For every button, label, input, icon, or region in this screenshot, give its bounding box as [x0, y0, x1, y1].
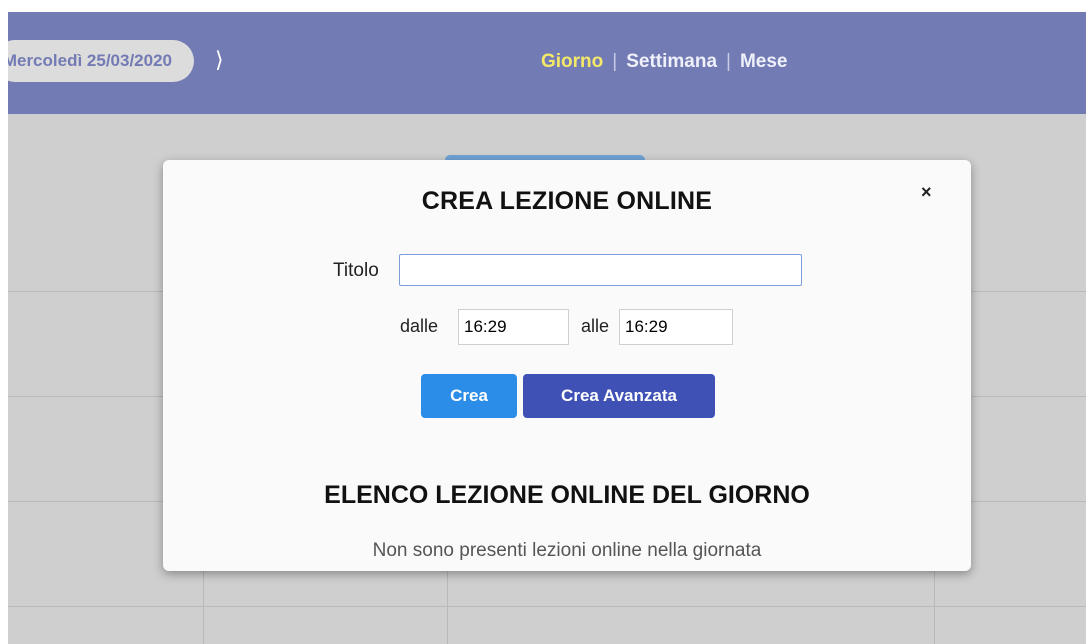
- end-time-input[interactable]: [619, 309, 733, 345]
- modal-title: CREA LEZIONE ONLINE: [421, 187, 713, 215]
- start-time-input[interactable]: [458, 309, 569, 345]
- view-month-tab[interactable]: Mese: [740, 51, 788, 72]
- to-label: alle: [581, 316, 610, 336]
- view-day-tab[interactable]: Giorno: [541, 51, 603, 72]
- lesson-list-title: ELENCO LEZIONE ONLINE DEL GIORNO: [324, 481, 810, 509]
- calendar-header: Mercoledì 25/03/2020 ⟩ Giorno | Settimana |…: [8, 12, 1086, 114]
- next-day-arrow-icon[interactable]: ⟩: [215, 48, 224, 72]
- view-separator: |: [612, 51, 618, 72]
- create-advanced-button[interactable]: Crea Avanzata: [523, 374, 715, 418]
- title-input[interactable]: [399, 254, 802, 286]
- create-lesson-modal: CREA LEZIONE ONLINE × Titolo dalle alle …: [163, 160, 971, 571]
- empty-list-message: Non sono presenti lezioni online nella g…: [372, 540, 762, 561]
- view-separator: |: [726, 51, 731, 72]
- view-week-tab[interactable]: Settimana: [626, 51, 717, 72]
- from-label: dalle: [400, 316, 439, 336]
- title-label: Titolo: [333, 260, 379, 281]
- calendar-screen: Mercoledì 25/03/2020 ⟩ Giorno | Settimana |…: [8, 12, 1086, 644]
- create-button[interactable]: Crea: [421, 374, 517, 418]
- close-icon[interactable]: ×: [921, 182, 932, 202]
- grid-line: [8, 606, 1086, 607]
- date-selector[interactable]: Mercoledì 25/03/2020: [8, 40, 194, 82]
- view-switcher: Giorno | Settimana | Mese: [541, 50, 788, 74]
